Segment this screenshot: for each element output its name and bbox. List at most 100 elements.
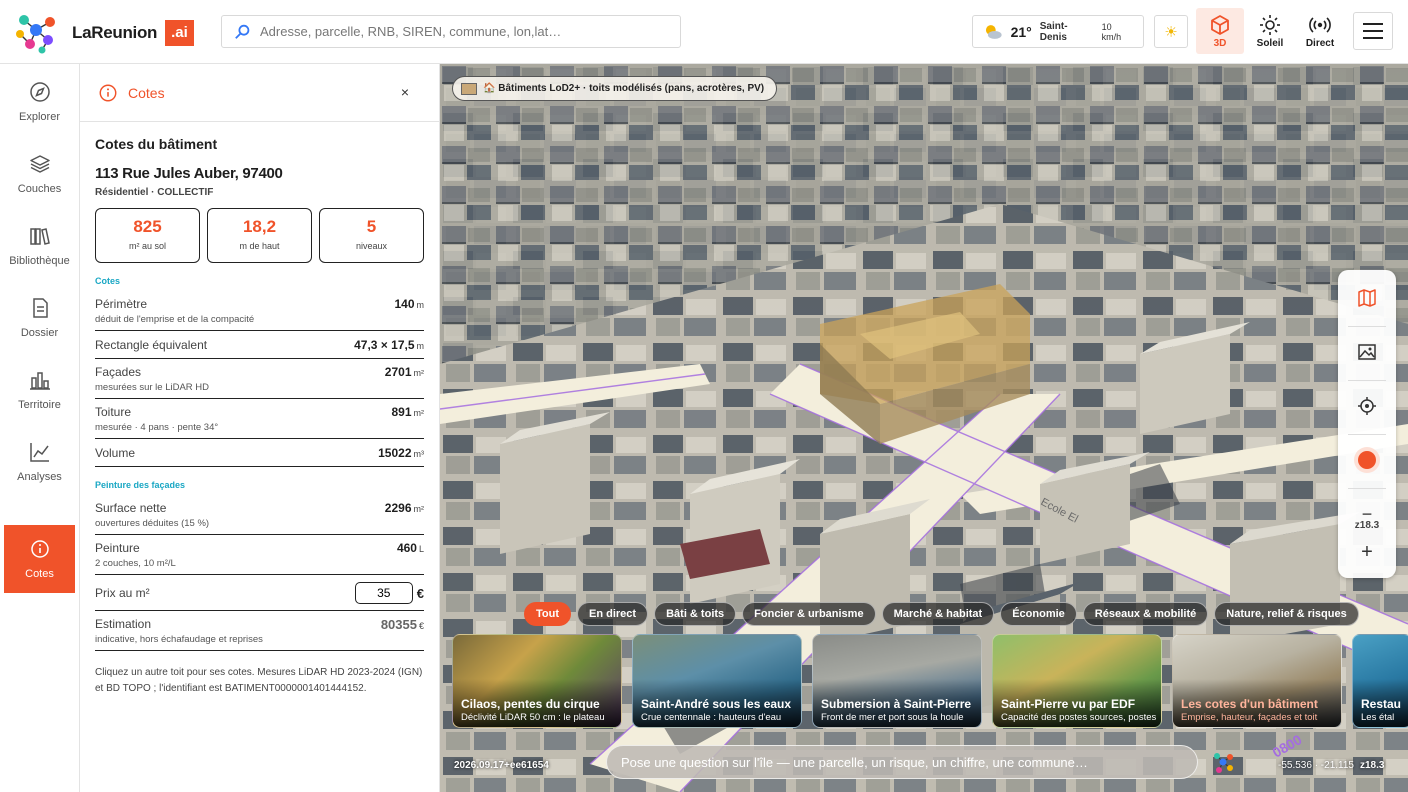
row-unit: m² <box>413 408 425 418</box>
story-card[interactable]: Les cotes d'un bâtiment Emprise, hauteur… <box>1172 634 1342 728</box>
active-layer-chip[interactable]: 🏠 Bâtiments LoD2+ · toits modélisés (pan… <box>452 76 778 101</box>
row-peinture: Peinture 2 couches, 10 m²/L 460 L <box>95 535 424 575</box>
weather-widget[interactable]: 21° Saint-Denis 10 km/h <box>972 15 1144 48</box>
filter-chip-tout[interactable]: Tout <box>524 602 572 626</box>
map-style-button[interactable] <box>1338 276 1396 320</box>
row-surface-nette: Surface nette ouvertures déduites (15 %) … <box>95 495 424 535</box>
story-card-subtitle: Les étal <box>1361 712 1395 723</box>
stat-value: 825 <box>133 217 162 236</box>
stat-unit: m² au sol <box>128 241 166 251</box>
section-title-cotes: Cotes <box>95 276 121 286</box>
row-rectangle: Rectangle équivalent 47,3 × 17,5 m <box>95 331 424 359</box>
map-icon <box>1358 289 1376 307</box>
rail-item-explorer[interactable]: Explorer <box>4 68 75 136</box>
story-card[interactable]: Cilaos, pentes du cirque Déclivité LiDAR… <box>452 634 622 728</box>
row-value: 140 <box>394 297 415 311</box>
rail-label-dossier: Dossier <box>20 327 59 339</box>
story-card[interactable]: Saint-Pierre vu par EDF Capacité des pos… <box>992 634 1162 728</box>
record-icon <box>1358 451 1376 469</box>
row-unit: m² <box>413 368 425 378</box>
filter-chip-en-direct[interactable]: En direct <box>577 602 649 626</box>
info-icon <box>30 540 49 558</box>
row-label: Peinture <box>95 541 140 555</box>
menu-button[interactable] <box>1353 12 1393 50</box>
weather-city: Saint-Denis <box>1039 20 1068 43</box>
rail-item-dossier[interactable]: Dossier <box>4 284 75 352</box>
search-bar[interactable] <box>221 15 681 48</box>
row-label: Façades <box>95 365 142 379</box>
ask-question-input[interactable]: Pose une question sur l'île — une parcel… <box>606 745 1198 779</box>
story-card[interactable]: Restau Les étal <box>1352 634 1408 728</box>
imagery-button[interactable] <box>1338 330 1396 374</box>
stat-card-area: 825 m² au sol <box>95 208 200 263</box>
brand-suffix: .ai <box>165 20 194 46</box>
stat-unit: m de haut <box>239 241 280 251</box>
sun-toggle-button[interactable]: ☀ <box>1154 15 1188 48</box>
filter-chip-economie[interactable]: Économie <box>1000 602 1077 626</box>
record-button[interactable] <box>1338 438 1396 482</box>
assistant-logo-icon[interactable] <box>1210 750 1236 776</box>
partly-cloudy-icon <box>985 24 1002 39</box>
rail-item-bibliotheque[interactable]: Bibliothèque <box>4 212 75 280</box>
row-label: Volume <box>95 446 136 460</box>
map-3d-view[interactable]: Ecole El 0800 🏠 Bâtiments LoD2+ · toits … <box>440 64 1408 792</box>
view-3d-button[interactable]: 3D <box>1196 8 1244 54</box>
close-icon[interactable]: × <box>401 84 409 100</box>
row-value: 891 <box>391 405 412 419</box>
price-per-m2-input[interactable] <box>354 582 413 604</box>
row-sub: mesurée · 4 pans · pente 34° <box>95 422 219 433</box>
story-card-title: Saint-Pierre vu par EDF <box>1001 697 1136 711</box>
filter-chip-reseaux[interactable]: Réseaux & mobilité <box>1082 602 1209 626</box>
building-usage: Résidentiel · COLLECTIF <box>95 187 214 198</box>
brand-name: LaReunion <box>72 23 158 42</box>
row-value: 47,3 × 17,5 <box>354 338 415 352</box>
section-title-peinture: Peinture des façades <box>95 480 186 490</box>
row-unit: m <box>416 300 425 310</box>
row-unit: m <box>416 341 425 351</box>
row-facades: Façades mesurées sur le LiDAR HD 2701 m² <box>95 359 424 399</box>
row-toiture: Toiture mesurée · 4 pans · pente 34° 891 m… <box>95 399 424 439</box>
locate-button[interactable] <box>1338 384 1396 428</box>
row-sub: déduit de l'emprise et de la compacité <box>95 314 255 325</box>
top-header: LaReunion .ai 21° Saint-Denis 10 km/h ☀ … <box>0 0 1408 64</box>
filter-chip-marche[interactable]: Marché & habitat <box>881 602 995 626</box>
build-version: 2026.09.17+ee61654 <box>454 760 549 771</box>
rail-label-territoire: Territoire <box>18 399 61 411</box>
live-button[interactable]: Direct <box>1296 8 1344 54</box>
story-card-title: Saint-André sous les eaux <box>641 697 792 711</box>
story-card-subtitle: Déclivité LiDAR 50 cm : le plateau <box>461 712 605 723</box>
row-value: 15022 <box>378 446 412 460</box>
filter-chip-nature[interactable]: Nature, relief & risques <box>1214 602 1359 626</box>
sun-icon: ☀ <box>1164 23 1178 41</box>
sun-simulation-button[interactable]: Soleil <box>1246 8 1294 54</box>
rail-item-couches[interactable]: Couches <box>4 140 75 208</box>
story-card[interactable]: Submersion à Saint-Pierre Front de mer e… <box>812 634 982 728</box>
row-value: 2701 <box>384 365 412 379</box>
brand-logo[interactable]: LaReunion .ai <box>14 12 194 54</box>
rail-item-cotes[interactable]: Cotes <box>4 525 75 593</box>
rail-label-bibliotheque: Bibliothèque <box>9 255 70 267</box>
layer-swatch <box>461 82 477 95</box>
zoom-in-button[interactable]: + <box>1338 530 1396 574</box>
row-prix: Prix au m² € <box>95 575 424 611</box>
story-card-subtitle: Capacité des postes sources, postes <box>1001 712 1157 723</box>
broadcast-icon <box>1309 16 1331 33</box>
filter-chip-bati-toits[interactable]: Bâti & toits <box>654 602 737 626</box>
rail-item-territoire[interactable]: Territoire <box>4 356 75 424</box>
rail-item-analyses[interactable]: Analyses <box>4 428 75 496</box>
row-estimation: Estimation indicative, hors échafaudage e… <box>95 611 424 651</box>
document-icon <box>32 298 48 318</box>
panel-title: Cotes <box>128 84 165 101</box>
filter-chip-foncier[interactable]: Foncier & urbanisme <box>742 602 876 626</box>
hamburger-icon <box>1363 23 1383 25</box>
search-input[interactable] <box>260 24 660 39</box>
row-sub: mesurées sur le LiDAR HD <box>95 382 210 393</box>
story-card-subtitle: Emprise, hauteur, façades et toit <box>1181 712 1318 723</box>
network-logo-icon <box>16 15 55 54</box>
rail-label-explorer: Explorer <box>19 111 60 123</box>
story-card[interactable]: Saint-André sous les eaux Crue centennal… <box>632 634 802 728</box>
rail-label-couches: Couches <box>17 183 62 195</box>
map-controls: − z18.3 + <box>1338 270 1396 578</box>
row-unit: m² <box>413 504 425 514</box>
left-nav-rail: Explorer Couches Bibliothèque Dossier Te… <box>0 64 80 792</box>
